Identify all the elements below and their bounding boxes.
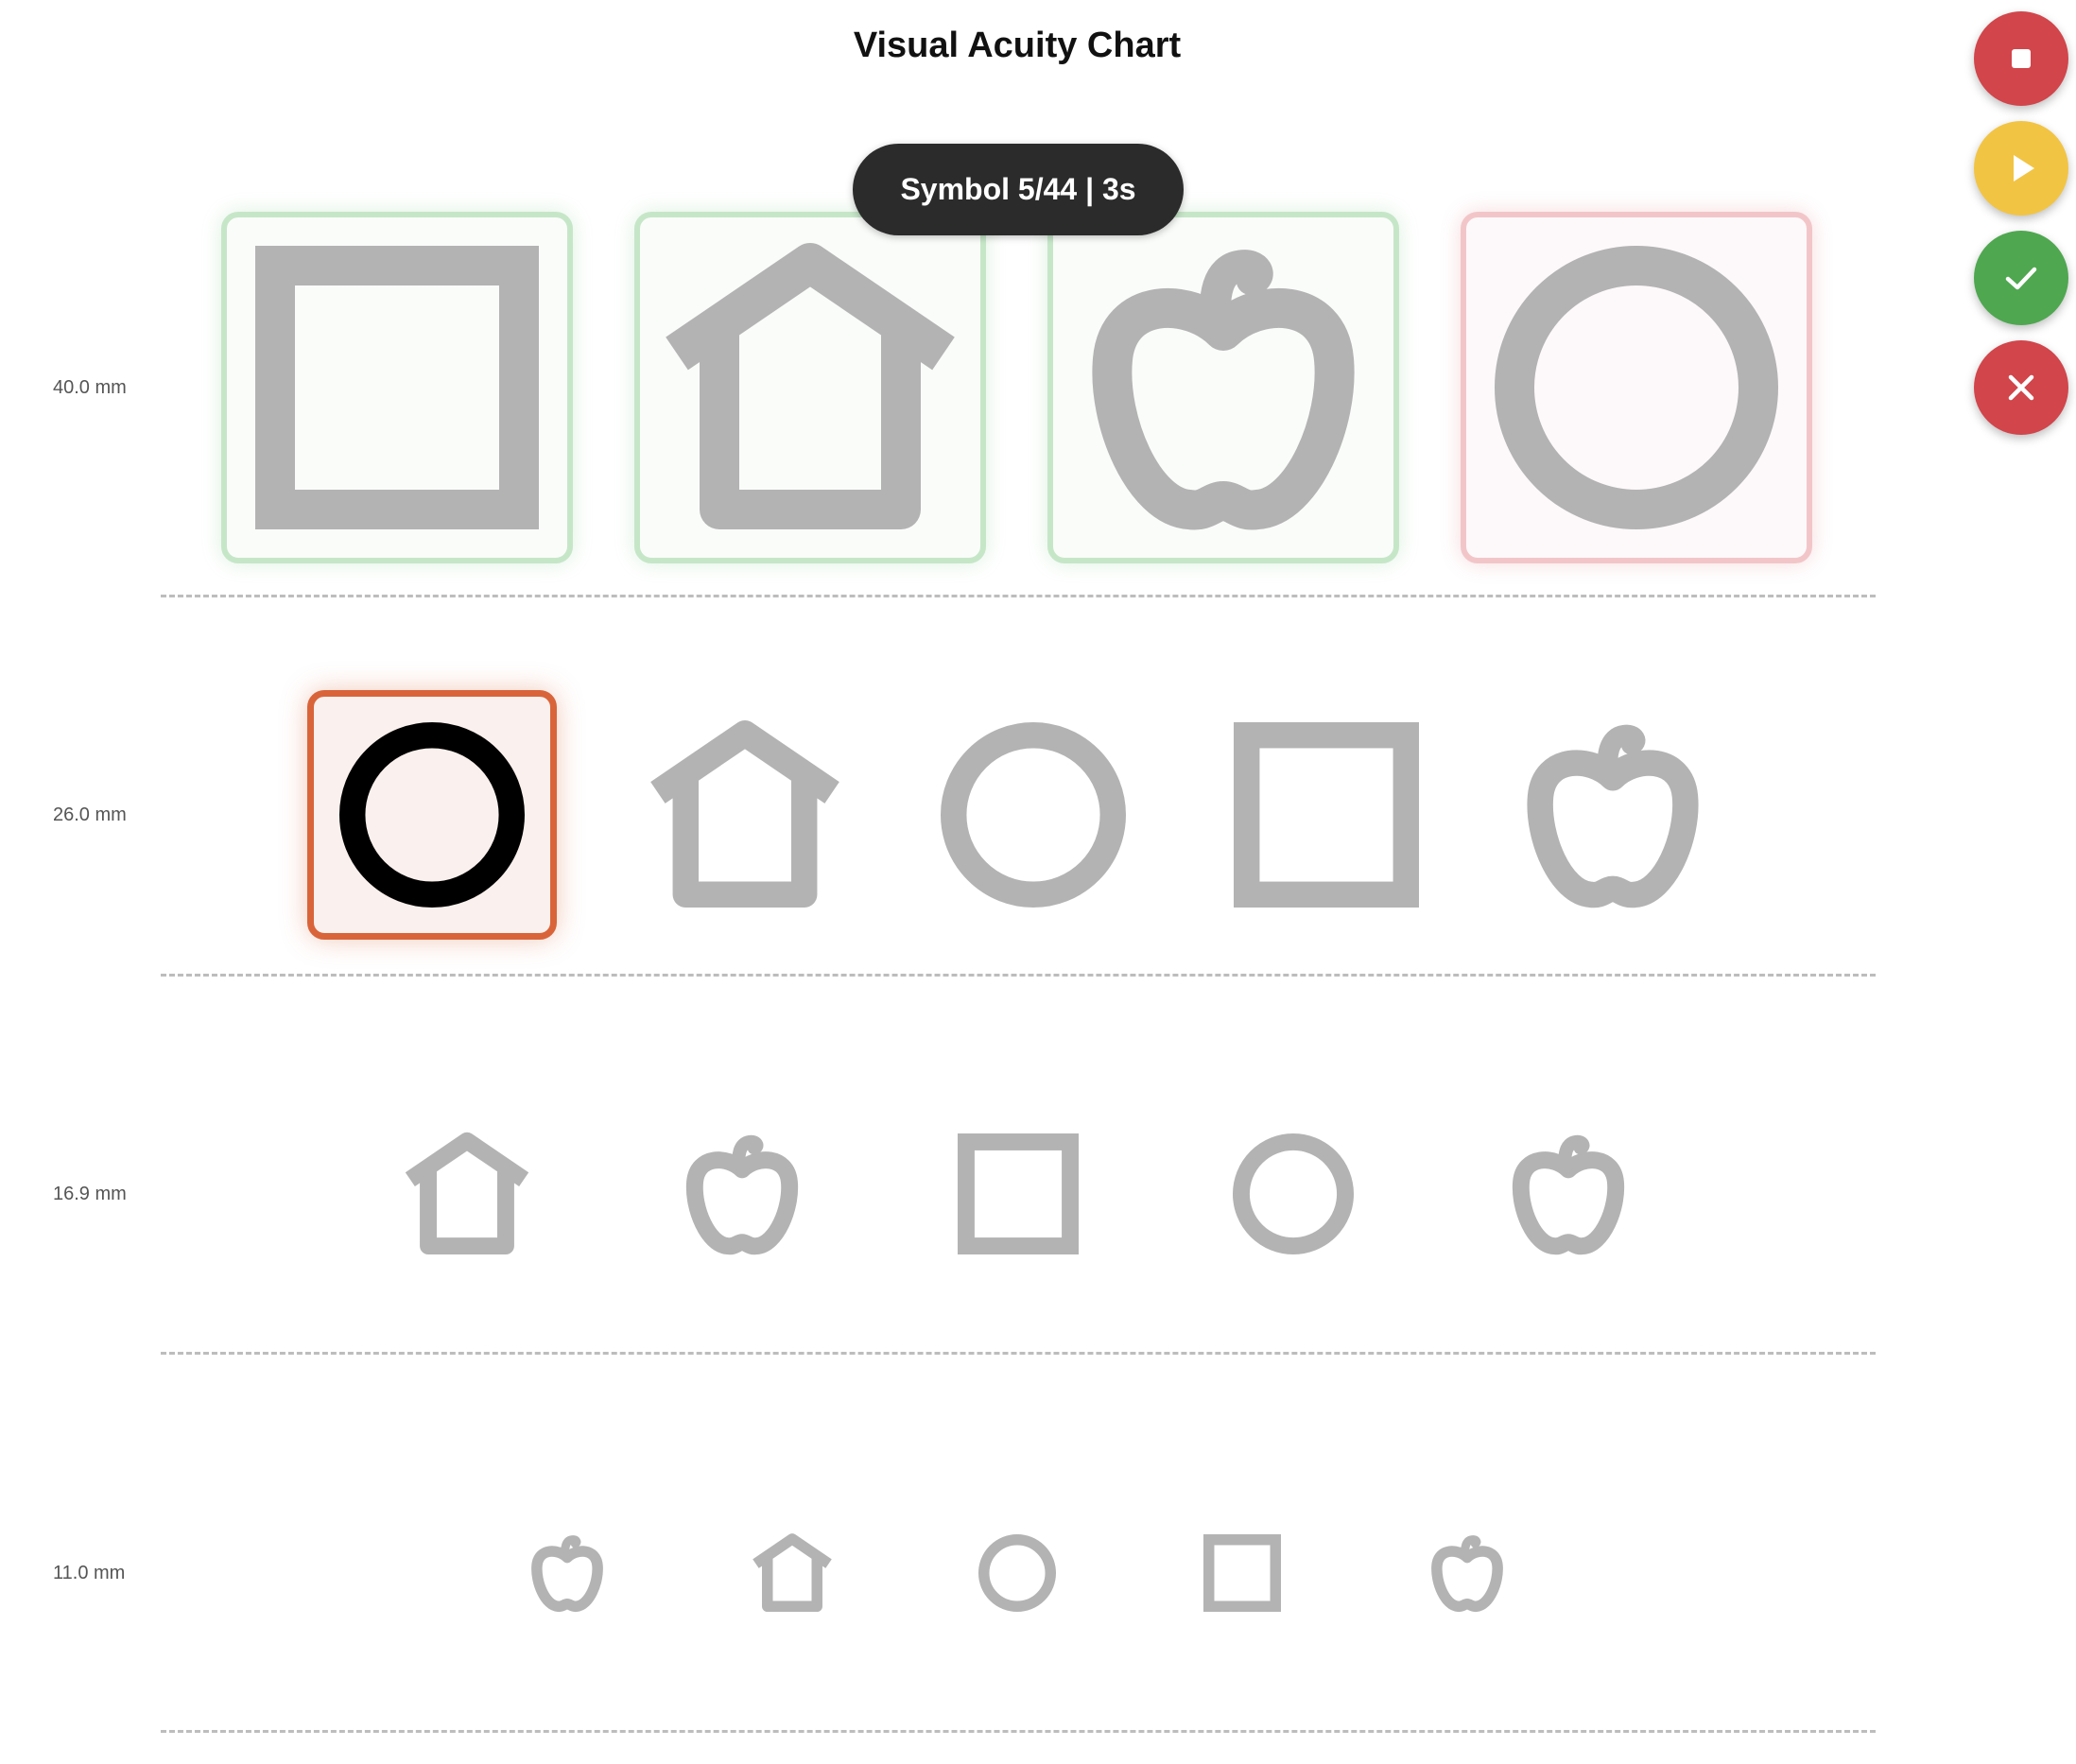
- row-divider: [161, 1730, 1876, 1733]
- house-symbol: [405, 1132, 529, 1254]
- apple-symbol: [1431, 1535, 1503, 1613]
- play-icon: [2014, 155, 2034, 182]
- square-symbol: [958, 1133, 1079, 1254]
- house-symbol: [666, 243, 955, 529]
- acuity-chart-page: Visual Acuity Chart Symbol 5/44 | 3s 40.…: [0, 0, 2076, 1764]
- row-divider: [161, 974, 1876, 977]
- row-size-label: 26.0 mm: [53, 804, 127, 825]
- circle-symbol: [978, 1534, 1056, 1612]
- play-button[interactable]: [1974, 121, 2068, 216]
- house-symbol: [650, 720, 839, 908]
- incorrect-button[interactable]: [1974, 340, 2068, 435]
- correct-button[interactable]: [1974, 231, 2068, 325]
- row-size-label: 40.0 mm: [53, 377, 127, 398]
- row-size-label: 16.9 mm: [53, 1184, 127, 1204]
- circle-symbol: [1495, 246, 1778, 529]
- apple-symbol: [1092, 250, 1355, 530]
- row-divider: [161, 595, 1876, 597]
- check-icon: [2005, 267, 2037, 290]
- close-icon: [2008, 374, 2034, 401]
- apple-symbol: [685, 1134, 799, 1255]
- circle-symbol: [941, 722, 1126, 908]
- row-size-label: 11.0 mm: [53, 1563, 126, 1583]
- apple-symbol: [531, 1535, 603, 1613]
- stop-button[interactable]: [1974, 11, 2068, 106]
- progress-status-pill: Symbol 5/44 | 3s: [853, 144, 1184, 235]
- house-symbol: [753, 1533, 832, 1612]
- apple-symbol: [1527, 724, 1699, 908]
- page-title: Visual Acuity Chart: [853, 26, 1182, 65]
- row-divider: [161, 1352, 1876, 1355]
- square-symbol: [1234, 722, 1419, 908]
- square-symbol: [255, 246, 539, 529]
- circle-symbol: [1233, 1133, 1354, 1254]
- apple-symbol: [1512, 1134, 1625, 1255]
- circle-symbol: [339, 722, 525, 908]
- stop-icon: [2012, 49, 2031, 68]
- square-symbol: [1203, 1534, 1281, 1612]
